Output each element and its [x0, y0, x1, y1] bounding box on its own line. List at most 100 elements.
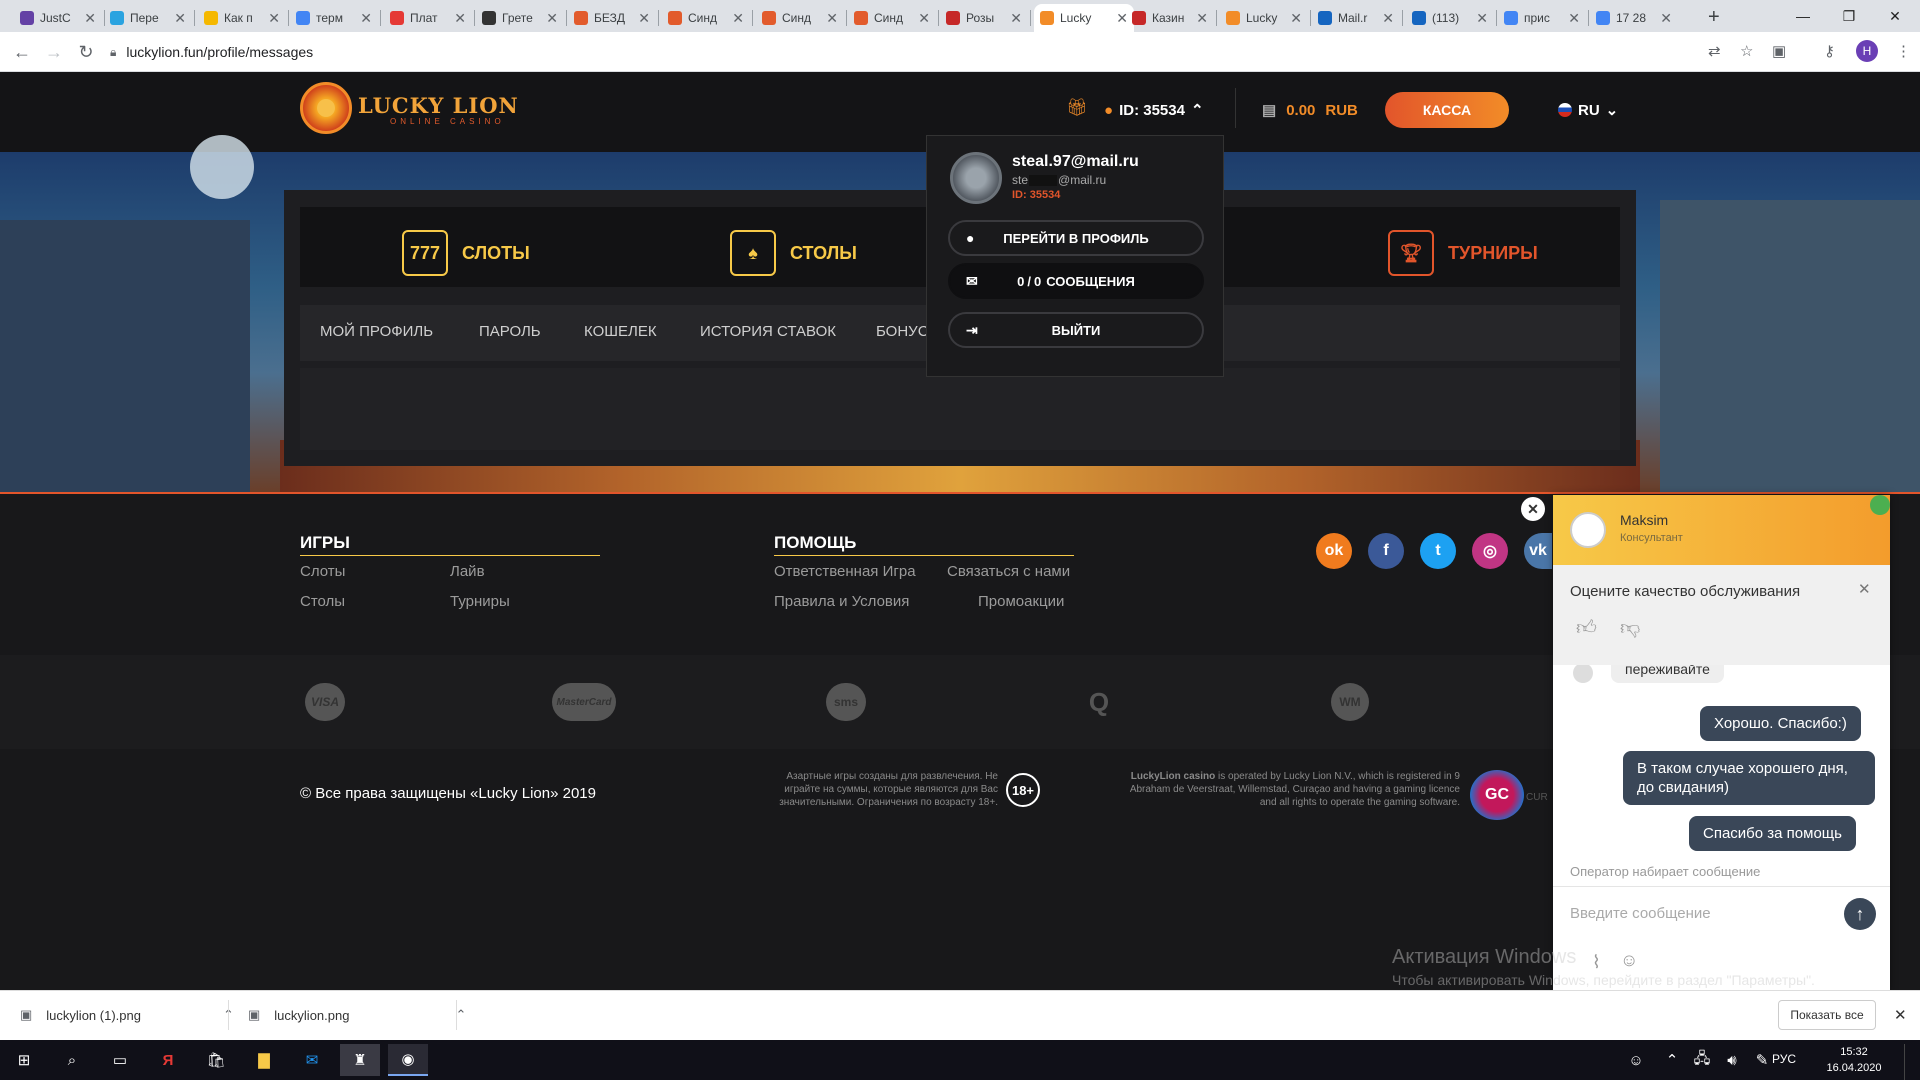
download-item[interactable]: ▣ luckylion (1).png ⌃: [20, 1000, 234, 1030]
gift-icon[interactable]: 🎁︎: [1066, 98, 1088, 118]
thumbs-down-icon[interactable]: 👎︎: [1620, 616, 1640, 640]
rating-close-icon[interactable]: ✕: [1858, 580, 1871, 598]
yandex-browser-icon[interactable]: Я: [148, 1044, 188, 1076]
footer-link-slots[interactable]: Слоты: [300, 563, 345, 580]
instagram-icon[interactable]: ◎: [1472, 533, 1508, 569]
browser-tab[interactable]: Синд ✕: [662, 4, 750, 32]
chat-close-button[interactable]: ✕: [1521, 497, 1545, 521]
browser-tab[interactable]: (113) ✕: [1406, 4, 1494, 32]
people-icon[interactable]: ☺: [1616, 1044, 1656, 1076]
close-window-icon[interactable]: ✕: [1872, 0, 1918, 32]
back-icon[interactable]: ←: [10, 40, 34, 64]
clock[interactable]: 15:32 16.04.2020: [1812, 1044, 1896, 1076]
attach-icon[interactable]: ⌇: [1592, 952, 1601, 973]
profile-nav-bonus[interactable]: БОНУС: [876, 323, 929, 340]
thumbs-up-icon[interactable]: 👍︎: [1576, 616, 1597, 640]
menu-icon[interactable]: ⋮: [1896, 42, 1911, 60]
gaming-curacao-logo[interactable]: GC: [1470, 770, 1524, 820]
tab-close-icon[interactable]: ✕: [732, 10, 744, 27]
browser-tab[interactable]: 17 28 ✕: [1590, 4, 1678, 32]
chrome-taskbar-icon[interactable]: ◉: [388, 1044, 428, 1076]
translate-icon[interactable]: ⇄: [1708, 42, 1721, 60]
windows-start-icon[interactable]: ⊞: [4, 1044, 44, 1076]
tab-close-icon[interactable]: ✕: [1568, 10, 1580, 27]
send-button[interactable]: ↑: [1844, 898, 1876, 930]
logout-button[interactable]: ⇥ ВЫЙТИ: [948, 312, 1204, 348]
tab-close-icon[interactable]: ✕: [268, 10, 280, 27]
logo-text[interactable]: LUCKY LION: [358, 93, 519, 118]
browser-tab[interactable]: Синд ✕: [756, 4, 844, 32]
category-tables[interactable]: ♠ СТОЛЫ: [730, 230, 857, 276]
forward-icon[interactable]: →: [42, 40, 66, 64]
bookmark-star-icon[interactable]: ☆: [1740, 42, 1753, 60]
lion-logo-icon[interactable]: [300, 82, 352, 134]
footer-link-terms[interactable]: Правила и Условия: [774, 593, 909, 610]
tab-close-icon[interactable]: ✕: [826, 10, 838, 27]
browser-tab[interactable]: Lucky ✕: [1034, 4, 1134, 32]
browser-tab[interactable]: Пере ✕: [104, 4, 192, 32]
profile-nav-password[interactable]: ПАРОЛЬ: [479, 323, 541, 340]
browser-tab[interactable]: Казин ✕: [1126, 4, 1214, 32]
tab-close-icon[interactable]: ✕: [84, 10, 96, 27]
profile-avatar[interactable]: H: [1856, 40, 1878, 62]
profile-nav-bet-history[interactable]: ИСТОРИЯ СТАВОК: [700, 323, 836, 340]
footer-link-tournaments[interactable]: Турниры: [450, 593, 510, 610]
category-slots[interactable]: 777 СЛОТЫ: [402, 230, 530, 276]
category-tournaments[interactable]: 🏆︎ ТУРНИРЫ: [1388, 230, 1538, 276]
facebook-icon[interactable]: f: [1368, 533, 1404, 569]
browser-tab[interactable]: Плат ✕: [384, 4, 472, 32]
footer-link-contact[interactable]: Связаться с нами: [947, 563, 1070, 580]
task-view-icon[interactable]: ▭: [100, 1044, 140, 1076]
url-field[interactable]: 🔒︎ luckylion.fun/profile/messages: [110, 37, 1750, 67]
extension-icon[interactable]: ▣: [1772, 42, 1786, 60]
go-to-profile-button[interactable]: ● ПЕРЕЙТИ В ПРОФИЛЬ: [948, 220, 1204, 256]
chat-message-input[interactable]: Введите сообщение: [1570, 905, 1830, 922]
new-tab-button[interactable]: +: [1708, 6, 1720, 29]
profile-nav-wallet[interactable]: КОШЕЛЕК: [584, 323, 657, 340]
browser-tab[interactable]: Розы ✕: [940, 4, 1028, 32]
messages-button[interactable]: ✉ 0 / 0 СООБЩЕНИЯ: [948, 263, 1204, 299]
browser-tab[interactable]: Lucky ✕: [1220, 4, 1308, 32]
download-item[interactable]: ▣ luckylion.png ⌃: [248, 1000, 466, 1030]
footer-link-live[interactable]: Лайв: [450, 563, 485, 580]
chevron-up-icon[interactable]: ⌃: [455, 1007, 466, 1023]
odnoklassniki-icon[interactable]: ok: [1316, 533, 1352, 569]
browser-tab[interactable]: Синд ✕: [848, 4, 936, 32]
browser-tab[interactable]: прис ✕: [1498, 4, 1586, 32]
twitter-icon[interactable]: t: [1420, 533, 1456, 569]
tab-close-icon[interactable]: ✕: [1476, 10, 1488, 27]
tab-close-icon[interactable]: ✕: [454, 10, 466, 27]
browser-tab[interactable]: терм ✕: [290, 4, 378, 32]
tab-close-icon[interactable]: ✕: [1290, 10, 1302, 27]
profile-nav-my-profile[interactable]: МОЙ ПРОФИЛЬ: [320, 323, 433, 340]
tab-close-icon[interactable]: ✕: [1382, 10, 1394, 27]
user-id-toggle[interactable]: ● ID: 35534 ⌃: [1104, 101, 1204, 120]
file-explorer-icon[interactable]: ▇: [244, 1044, 284, 1076]
store-icon[interactable]: 🛍︎: [196, 1044, 236, 1076]
key-icon[interactable]: ⚷: [1824, 42, 1835, 60]
close-downloads-icon[interactable]: ✕: [1894, 1006, 1907, 1024]
tab-close-icon[interactable]: ✕: [1196, 10, 1208, 27]
keyboard-language[interactable]: РУС: [1772, 1052, 1796, 1066]
browser-tab[interactable]: Mail.r ✕: [1312, 4, 1400, 32]
mail-app-icon[interactable]: ✉: [292, 1044, 332, 1076]
tab-close-icon[interactable]: ✕: [546, 10, 558, 27]
tab-close-icon[interactable]: ✕: [174, 10, 186, 27]
game-app-icon[interactable]: ♜: [340, 1044, 380, 1076]
tab-close-icon[interactable]: ✕: [1010, 10, 1022, 27]
emoji-icon[interactable]: ☺: [1620, 950, 1638, 971]
tab-close-icon[interactable]: ✕: [918, 10, 930, 27]
footer-link-tables[interactable]: Столы: [300, 593, 345, 610]
language-select[interactable]: RU ⌄: [1558, 101, 1618, 119]
browser-tab[interactable]: JustC ✕: [14, 4, 102, 32]
minimize-icon[interactable]: —: [1780, 0, 1826, 32]
browser-tab[interactable]: Грете ✕: [476, 4, 564, 32]
cashier-button[interactable]: КАССА: [1385, 92, 1509, 128]
search-icon[interactable]: ⌕: [52, 1044, 92, 1076]
footer-link-promotions[interactable]: Промоакции: [978, 593, 1064, 610]
footer-link-responsible[interactable]: Ответственная Игра: [774, 563, 916, 580]
show-desktop-button[interactable]: [1904, 1044, 1920, 1080]
maximize-icon[interactable]: ❐: [1826, 0, 1872, 32]
show-all-downloads-button[interactable]: Показать все: [1778, 1000, 1876, 1030]
tab-close-icon[interactable]: ✕: [638, 10, 650, 27]
